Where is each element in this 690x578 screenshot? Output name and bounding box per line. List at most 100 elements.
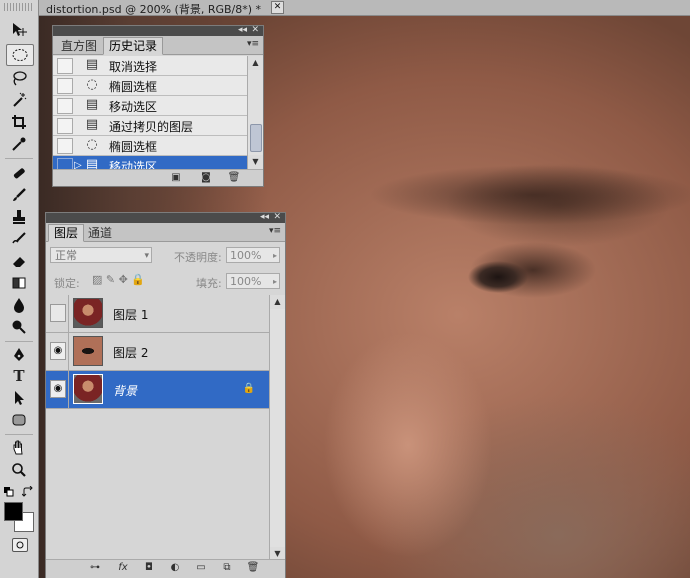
collapse-panel-icon[interactable]: ◂◂	[238, 25, 247, 35]
blur-icon[interactable]	[6, 295, 32, 315]
layer-style-icon[interactable]: fx	[116, 561, 130, 574]
layers-scrollbar[interactable]: ▲ ▼	[269, 295, 285, 561]
pen-icon[interactable]	[6, 345, 32, 365]
swap-colors-icon[interactable]	[21, 485, 34, 498]
layer-row[interactable]: ◉ 图层 2	[46, 333, 269, 371]
trash-icon[interactable]: 🗑	[246, 561, 260, 574]
brush-icon[interactable]	[6, 185, 32, 205]
magic-wand-icon[interactable]	[6, 90, 32, 110]
history-snapshot-checkbox[interactable]	[57, 118, 73, 134]
add-mask-icon[interactable]: ◘	[142, 561, 156, 574]
lock-label: 锁定:	[54, 277, 80, 290]
history-item[interactable]: ▤ 取消选择	[53, 56, 249, 76]
history-item[interactable]: ▤ 通过拷贝的图层	[53, 116, 249, 136]
layer-row[interactable]: 图层 1	[46, 295, 269, 333]
layer-thumbnail	[73, 336, 103, 366]
toolbar-grip[interactable]	[4, 3, 32, 11]
trash-icon[interactable]: 🗑	[227, 171, 241, 184]
new-group-icon[interactable]: ▭	[194, 561, 208, 574]
panel-title-bar[interactable]: ◂◂ ✕	[53, 25, 263, 36]
default-colors-icon[interactable]	[4, 487, 14, 497]
foreground-color-swatch[interactable]	[4, 502, 23, 521]
lock-options: ▨ ✎ ✥ 🔒	[92, 273, 145, 286]
document-tab[interactable]: distortion.psd @ 200% (背景, RGB/8*) * ✕	[38, 0, 690, 16]
tab-layers[interactable]: 图层	[48, 224, 85, 242]
elliptical-marquee-icon[interactable]	[6, 44, 34, 66]
history-item-label: 取消选择	[109, 60, 158, 74]
collapse-panel-icon[interactable]: ◂◂	[260, 212, 269, 222]
history-snapshot-checkbox[interactable]	[57, 58, 73, 74]
adjustment-layer-icon[interactable]: ◐	[168, 561, 182, 574]
fill-input[interactable]: 100% ▸	[226, 273, 280, 289]
history-item[interactable]: ▤ 移动选区	[53, 96, 249, 116]
history-state-icon: ▤	[85, 157, 99, 169]
scroll-thumb[interactable]	[250, 124, 262, 152]
lock-all-icon[interactable]: 🔒	[131, 273, 145, 286]
history-item-selected[interactable]: ▷ ▤ 移动选区	[53, 156, 249, 169]
blend-opacity-row: 正常 ▾ 不透明度: 100% ▸	[50, 247, 282, 265]
new-layer-icon[interactable]: ⧉	[220, 561, 234, 574]
lock-position-icon[interactable]: ✥	[119, 273, 128, 286]
type-icon[interactable]: T	[6, 366, 32, 386]
document-close-button[interactable]: ✕	[271, 1, 284, 14]
healing-brush-icon[interactable]	[6, 163, 32, 183]
layer-thumbnail	[73, 374, 103, 404]
eye-icon[interactable]: ◉	[50, 380, 66, 398]
visibility-toggle[interactable]	[50, 304, 66, 322]
layer-name: 图层 1	[113, 308, 149, 322]
scroll-up-icon[interactable]: ▲	[248, 56, 263, 70]
panel-menu-icon[interactable]: ▾≡	[247, 39, 259, 49]
opacity-input[interactable]: 100% ▸	[226, 247, 280, 263]
new-snapshot-icon[interactable]: ◙	[199, 171, 213, 184]
lock-image-icon[interactable]: ✎	[106, 273, 115, 286]
quick-mask-button[interactable]	[12, 538, 28, 552]
history-item[interactable]: ◌ 椭圆选框	[53, 76, 249, 96]
new-document-from-state-icon[interactable]: ▣	[169, 171, 183, 184]
tab-channels[interactable]: 通道	[82, 224, 118, 242]
history-panel: ◂◂ ✕ 直方图 历史记录 ▾≡ ▤ 取消选择 ◌ 椭圆选框 ▤ 移动选区 ▤ …	[52, 25, 264, 187]
history-snapshot-checkbox[interactable]	[57, 78, 73, 94]
photo-eye	[438, 255, 558, 295]
scroll-up-icon[interactable]: ▲	[270, 295, 285, 309]
eraser-icon[interactable]	[6, 251, 32, 271]
blend-mode-value: 正常	[55, 249, 77, 262]
tab-history[interactable]: 历史记录	[103, 37, 164, 55]
history-scrollbar[interactable]: ▲ ▼	[247, 56, 263, 169]
history-state-marker-icon: ▷	[74, 160, 82, 169]
blend-mode-select[interactable]: 正常 ▾	[50, 247, 152, 263]
move-tool-icon[interactable]	[6, 20, 32, 40]
eyedropper-icon[interactable]	[6, 134, 32, 154]
panel-title-bar[interactable]: ◂◂ ✕	[46, 212, 285, 223]
lock-transparent-icon[interactable]: ▨	[92, 273, 102, 286]
close-panel-icon[interactable]: ✕	[251, 25, 259, 35]
lasso-icon[interactable]	[6, 68, 32, 88]
ellipse-marquee-icon: ◌	[86, 77, 98, 92]
close-panel-icon[interactable]: ✕	[273, 212, 281, 222]
chevron-down-icon: ▾	[144, 251, 149, 261]
crop-icon[interactable]	[6, 112, 32, 132]
layers-list: 图层 1 ◉ 图层 2 ◉ 背景 🔒	[46, 295, 269, 561]
history-snapshot-checkbox[interactable]	[57, 138, 73, 154]
panel-menu-icon[interactable]: ▾≡	[269, 226, 281, 236]
hand-icon[interactable]	[6, 438, 32, 458]
path-selection-icon[interactable]	[6, 388, 32, 408]
chevron-right-icon: ▸	[272, 277, 277, 286]
tools-panel: T	[0, 0, 39, 578]
link-layers-icon[interactable]: ⊶	[88, 561, 102, 574]
layer-row-selected[interactable]: ◉ 背景 🔒	[46, 371, 269, 409]
dodge-icon[interactable]	[6, 317, 32, 337]
history-brush-icon[interactable]	[6, 229, 32, 249]
rectangle-icon[interactable]	[6, 410, 32, 430]
zoom-icon[interactable]	[6, 460, 32, 480]
tab-histogram[interactable]: 直方图	[55, 37, 103, 55]
history-item[interactable]: ◌ 椭圆选框	[53, 136, 249, 156]
scroll-down-icon[interactable]: ▼	[248, 155, 263, 169]
eye-icon[interactable]: ◉	[50, 342, 66, 360]
history-snapshot-checkbox[interactable]	[57, 158, 73, 169]
divider	[68, 333, 69, 370]
history-item-label: 通过拷贝的图层	[109, 120, 194, 134]
history-snapshot-checkbox[interactable]	[57, 98, 73, 114]
clone-stamp-icon[interactable]	[6, 207, 32, 227]
layers-panel: ◂◂ ✕ 图层 通道 ▾≡ 正常 ▾ 不透明度: 100% ▸ 锁定: ▨ ✎ …	[45, 212, 286, 578]
gradient-icon[interactable]	[6, 273, 32, 293]
